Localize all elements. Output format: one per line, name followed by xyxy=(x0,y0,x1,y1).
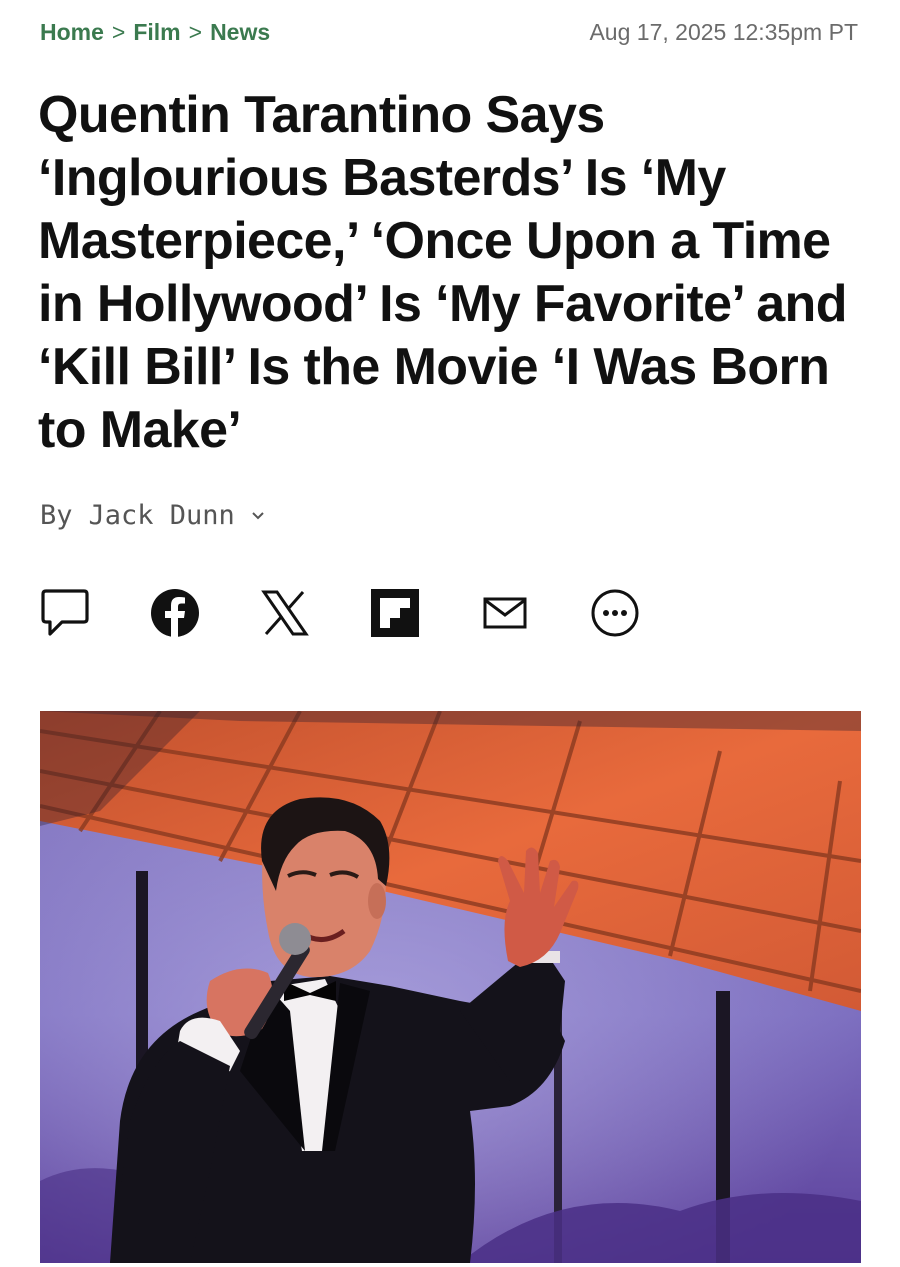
share-bar xyxy=(38,586,642,640)
chevron-down-icon[interactable] xyxy=(251,509,265,523)
breadcrumb-news-link[interactable]: News xyxy=(210,19,270,46)
byline[interactable]: By Jack Dunn xyxy=(40,500,265,531)
comment-icon xyxy=(41,589,89,636)
more-icon xyxy=(591,589,639,637)
x-share-button[interactable] xyxy=(258,586,312,640)
top-bar: Home > Film > News Aug 17, 2025 12:35pm … xyxy=(40,14,858,50)
email-share-button[interactable] xyxy=(478,586,532,640)
publish-timestamp: Aug 17, 2025 12:35pm PT xyxy=(589,18,858,45)
more-options-button[interactable] xyxy=(588,586,642,640)
x-icon xyxy=(261,590,309,636)
breadcrumb-separator: > xyxy=(111,18,126,45)
article-headline: Quentin Tarantino Says ‘Inglourious Bast… xyxy=(38,86,847,459)
article-hero-image xyxy=(40,711,861,1263)
email-icon xyxy=(483,597,527,629)
breadcrumb-film-link[interactable]: Film xyxy=(133,19,180,46)
breadcrumb: Home > Film > News xyxy=(40,19,270,46)
comment-button[interactable] xyxy=(38,586,92,640)
byline-prefix: By xyxy=(40,500,73,531)
hero-photo-illustration xyxy=(40,711,861,1263)
breadcrumb-separator: > xyxy=(188,18,203,45)
author-name[interactable]: Jack Dunn xyxy=(89,500,235,531)
breadcrumb-home-link[interactable]: Home xyxy=(40,19,104,46)
flipboard-icon xyxy=(371,589,419,637)
flipboard-share-button[interactable] xyxy=(368,586,422,640)
facebook-share-button[interactable] xyxy=(148,586,202,640)
facebook-icon xyxy=(151,589,199,637)
